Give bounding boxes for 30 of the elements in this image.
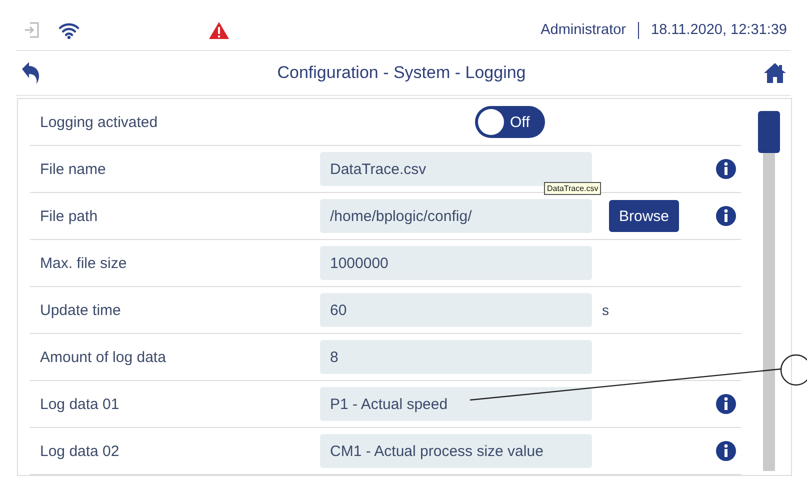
- setting-label: File path: [40, 208, 99, 224]
- info-icon[interactable]: [716, 394, 736, 414]
- setting-label: Log data 02: [40, 442, 120, 460]
- wifi-icon: [58, 22, 80, 38]
- browse-button[interactable]: Browse: [609, 200, 679, 232]
- info-icon[interactable]: [716, 206, 736, 226]
- date-time: 18.11.2020, 12:31:39: [651, 22, 787, 38]
- input-field[interactable]: DataTrace.csv: [320, 152, 592, 186]
- info-icon[interactable]: [716, 441, 736, 461]
- user-name: Administrator: [540, 22, 626, 38]
- input-field[interactable]: 60: [320, 293, 592, 327]
- input-field[interactable]: 1000000: [320, 246, 592, 280]
- back-arrow-icon[interactable]: [20, 61, 40, 85]
- input-field[interactable]: 8: [320, 340, 592, 374]
- input-field[interactable]: /home/bplogic/config/: [320, 199, 592, 233]
- setting-label: Update time: [40, 302, 122, 318]
- home-icon[interactable]: [763, 62, 787, 84]
- page-title: Configuration - System - Logging: [276, 63, 527, 83]
- setting-label: Max. file size: [40, 254, 128, 272]
- unit-label: s: [602, 302, 609, 318]
- setting-label: Amount of log data: [40, 348, 167, 366]
- info-icon[interactable]: [716, 159, 736, 179]
- input-field[interactable]: P1 - Actual speed: [320, 387, 592, 421]
- setting-label: Log data 01: [40, 396, 120, 412]
- input-field[interactable]: CM1 - Actual process size value: [320, 434, 592, 468]
- toggle-switch[interactable]: Off: [475, 106, 545, 138]
- setting-label: File name: [40, 160, 107, 178]
- login-icon: [24, 21, 40, 39]
- tooltip: DataTrace.csv: [544, 182, 602, 195]
- setting-label: Logging activated: [40, 114, 159, 130]
